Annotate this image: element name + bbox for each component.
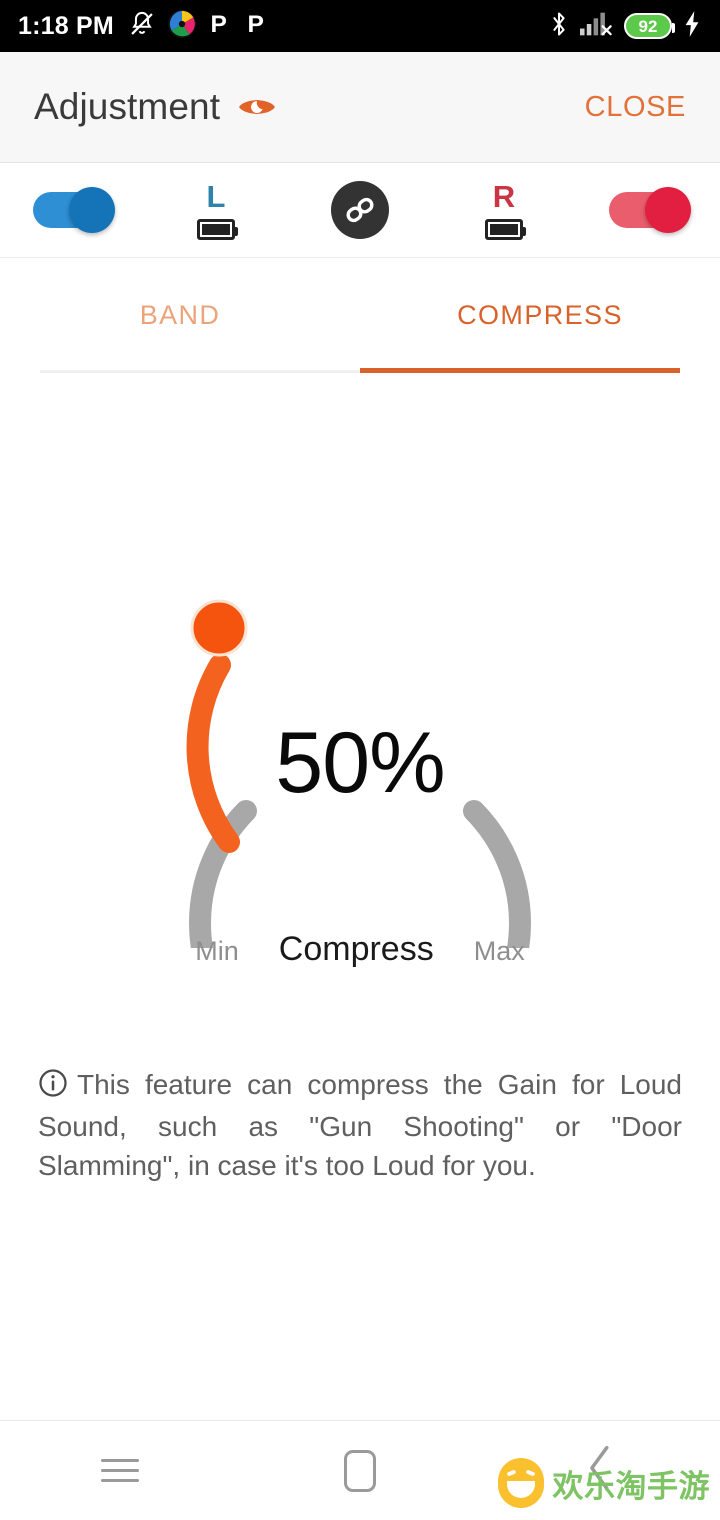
mute-bell-icon (128, 10, 156, 43)
home-square-icon (344, 1449, 376, 1492)
left-channel-label: L (206, 178, 226, 214)
page-title: Adjustment (34, 86, 221, 127)
svg-text:P: P (210, 11, 226, 38)
face-eye-right (525, 1469, 535, 1477)
tab-bar: BAND COMPRESS (0, 258, 720, 373)
gauge-min-label: Min (195, 936, 239, 966)
gauge-value-text: 50% (275, 715, 445, 811)
gauge-track (189, 800, 531, 948)
face-mouth (506, 1481, 535, 1498)
face-eye-left (506, 1469, 516, 1477)
close-button[interactable]: CLOSE (585, 91, 686, 124)
right-toggle-cell (576, 187, 720, 233)
gauge-knob[interactable] (190, 599, 248, 657)
info-text: This feature can compress the Gain for L… (38, 1069, 682, 1181)
watermark-logo: 欢乐淘手游 (497, 1458, 711, 1508)
svg-text:P: P (247, 11, 263, 38)
device-control-row: L R (0, 163, 720, 258)
eye-icon[interactable] (236, 93, 278, 121)
left-toggle-cell (0, 187, 144, 233)
gauge-max-label: Max (473, 936, 525, 966)
status-time: 1:18 PM (18, 11, 114, 40)
toggle-thumb (69, 187, 115, 233)
right-channel-info: R (432, 181, 576, 240)
status-bar-right: 92 (548, 10, 702, 43)
battery-percent: 92 (638, 16, 658, 36)
info-description: This feature can compress the Gain for L… (38, 1066, 682, 1185)
status-bar-left: 1:18 PM P P (18, 9, 271, 44)
status-bar: 1:18 PM P P 92 (0, 0, 720, 52)
p-app-icon: P (208, 10, 234, 43)
watermark-text: 欢乐淘手游 (552, 1468, 710, 1504)
signal-no-sim-icon (580, 11, 614, 42)
nav-menu-button[interactable] (0, 1452, 240, 1489)
link-cell (288, 181, 432, 239)
battery-icon: 92 (624, 13, 675, 39)
toggle-thumb (645, 187, 691, 233)
p-app-icon-2: P (245, 10, 271, 43)
tab-active-indicator (360, 368, 680, 373)
charging-bolt-icon (682, 10, 702, 43)
gauge-title: Compress (278, 930, 434, 968)
pinwheel-app-icon (167, 9, 197, 44)
gauge-label-row: Min Compress Max (0, 930, 720, 969)
smiley-face-icon (497, 1458, 544, 1508)
right-channel-label: R (492, 178, 516, 214)
link-channels-button[interactable] (331, 181, 389, 239)
right-battery-icon (485, 218, 526, 240)
tab-compress[interactable]: COMPRESS (360, 258, 720, 373)
tab-band[interactable]: BAND (0, 258, 360, 373)
left-ear-toggle[interactable] (33, 187, 115, 233)
left-channel-info: L (144, 181, 288, 240)
right-ear-toggle[interactable] (609, 187, 691, 233)
info-circle-icon (38, 1068, 68, 1108)
left-battery-icon (197, 218, 238, 240)
app-bar: Adjustment CLOSE (0, 52, 720, 163)
system-nav-bar: 欢乐淘手游 (0, 1420, 720, 1520)
bluetooth-icon (548, 10, 570, 43)
nav-home-button[interactable] (240, 1449, 480, 1492)
hamburger-menu-icon (101, 1452, 139, 1489)
compress-gauge[interactable]: 50% Min Compress Max (0, 548, 720, 1008)
